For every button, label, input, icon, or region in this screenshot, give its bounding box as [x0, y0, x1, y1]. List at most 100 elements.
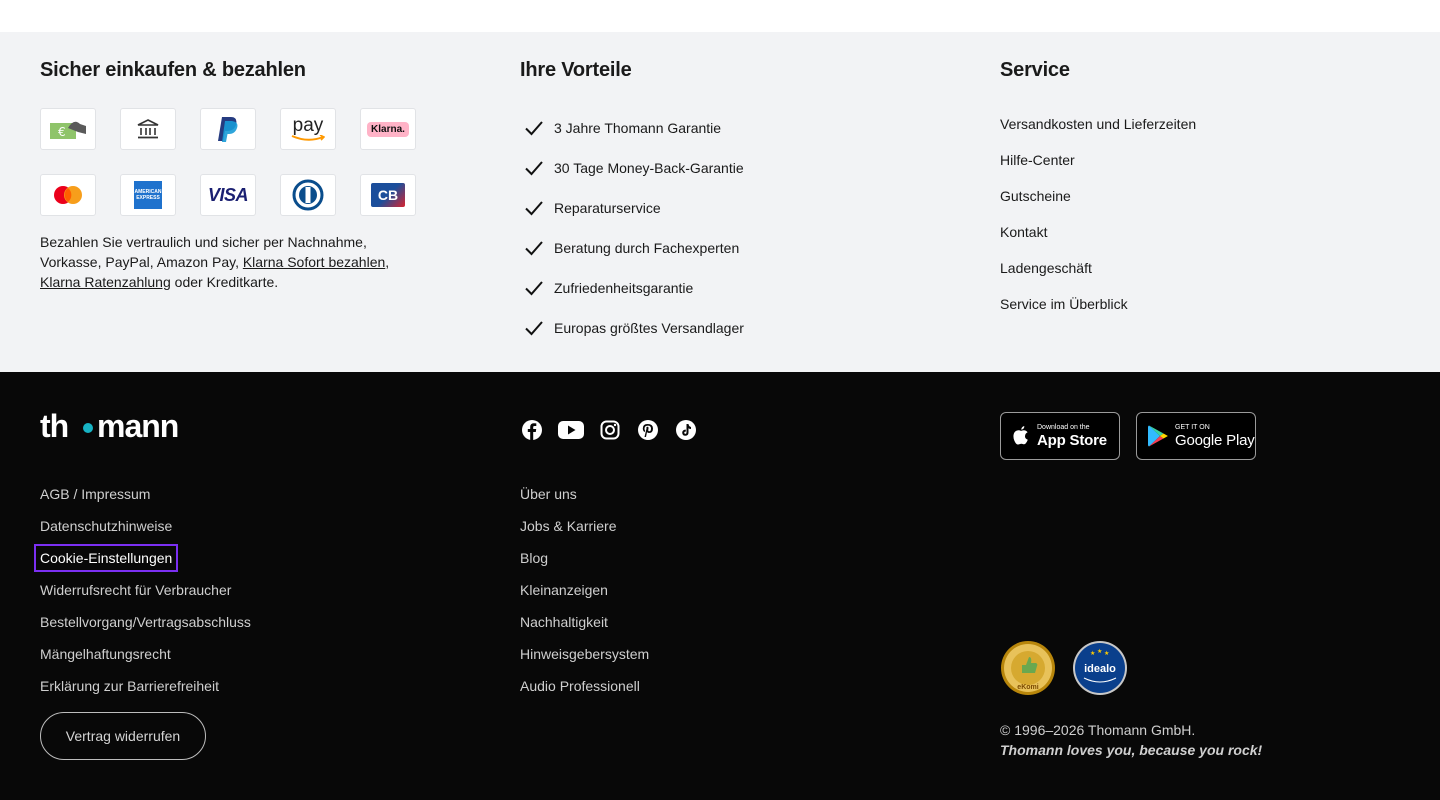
svg-text:★: ★ — [1090, 650, 1095, 657]
visa-icon: VISA — [200, 174, 256, 216]
link-maengelhaftung[interactable]: Mängelhaftungsrecht — [40, 638, 251, 670]
link-label: Mängelhaftungsrecht — [40, 646, 171, 662]
svg-text:th: th — [40, 410, 68, 442]
app-store-small: Download on the — [1037, 423, 1090, 431]
link-audio-professionell[interactable]: Audio Professionell — [520, 670, 649, 702]
app-store-badge[interactable]: Download on the App Store — [1000, 412, 1120, 460]
benefit-label: Beratung durch Fachexperten — [554, 240, 740, 256]
benefit-item: Beratung durch Fachexperten — [520, 228, 744, 268]
link-ueber-uns[interactable]: Über uns — [520, 478, 649, 510]
slogan-text: Thomann loves you, because you rock! — [1000, 742, 1263, 758]
link-cookie-settings[interactable]: Cookie-Einstellungen — [33, 542, 251, 574]
company-links: Über uns Jobs & Karriere Blog Kleinanzei… — [520, 478, 649, 702]
diners-club-icon — [280, 174, 336, 216]
service-link-contact[interactable]: Kontakt — [1000, 214, 1196, 250]
service-link-help-center[interactable]: Hilfe-Center — [1000, 142, 1196, 178]
site-footer: th mann thomann AGB / Impressum Datensch… — [0, 372, 1440, 800]
amex-label: AMERICAN EXPRESS — [134, 189, 162, 201]
youtube-icon[interactable] — [558, 418, 584, 442]
link-bestellvorgang[interactable]: Bestellvorgang/Vertragsabschluss — [40, 606, 251, 638]
revoke-contract-button[interactable]: Vertrag widerrufen — [40, 712, 206, 760]
benefit-label: 3 Jahre Thomann Garantie — [554, 120, 722, 136]
google-play-big: Google Play — [1175, 431, 1255, 449]
app-store-big: App Store — [1037, 431, 1107, 449]
svg-text:€: € — [58, 125, 66, 139]
link-kleinanzeigen[interactable]: Kleinanzeigen — [520, 574, 649, 606]
svg-text:mann: mann — [97, 410, 178, 442]
link-agb-impressum[interactable]: AGB / Impressum — [40, 478, 251, 510]
link-label: Widerrufsrecht für Verbraucher — [40, 582, 232, 598]
link-nachhaltigkeit[interactable]: Nachhaltigkeit — [520, 606, 649, 638]
benefit-item: Europas größtes Versandlager — [520, 308, 744, 348]
benefit-label: Europas größtes Versandlager — [554, 320, 744, 336]
svg-text:★: ★ — [1097, 648, 1102, 655]
benefit-label: 30 Tage Money-Back-Garantie — [554, 160, 744, 176]
google-play-icon — [1148, 425, 1168, 447]
link-barrierefreiheit[interactable]: Erklärung zur Barrierefreiheit — [40, 670, 251, 702]
benefit-item: 3 Jahre Thomann Garantie — [520, 108, 744, 148]
service-link-overview[interactable]: Service im Überblick — [1000, 286, 1196, 322]
secure-payment-column: Sicher einkaufen & bezahlen € pay Klarna… — [40, 32, 480, 372]
service-link-vouchers[interactable]: Gutscheine — [1000, 178, 1196, 214]
idealo-label: idealo — [1084, 663, 1116, 675]
link-label: Erklärung zur Barrierefreiheit — [40, 678, 219, 694]
pinterest-icon[interactable] — [636, 418, 660, 442]
link-label: Datenschutzhinweise — [40, 518, 173, 534]
payment-description-comma: , — [385, 254, 390, 270]
benefit-item: Reparaturservice — [520, 188, 744, 228]
paypal-icon — [200, 108, 256, 150]
facebook-icon[interactable] — [520, 418, 544, 442]
thomann-logo[interactable]: th mann — [40, 410, 200, 442]
trust-section: Sicher einkaufen & bezahlen € pay Klarna… — [0, 32, 1440, 372]
visa-label: VISA — [207, 184, 249, 205]
benefits-title: Ihre Vorteile — [520, 59, 632, 81]
checkmark-icon — [525, 241, 543, 256]
benefit-item: 30 Tage Money-Back-Garantie — [520, 148, 744, 188]
ekomi-badge-icon[interactable]: eKomi — [1000, 640, 1056, 696]
link-widerrufsrecht[interactable]: Widerrufsrecht für Verbraucher — [40, 574, 251, 606]
google-play-badge[interactable]: GET IT ON Google Play — [1136, 412, 1256, 460]
service-title: Service — [1000, 59, 1070, 81]
link-label: AGB / Impressum — [40, 486, 151, 502]
legal-links: AGB / Impressum Datenschutzhinweise Cook… — [33, 478, 251, 702]
apple-icon — [1013, 426, 1028, 445]
cash-on-delivery-icon: € — [40, 108, 96, 150]
mastercard-icon — [40, 174, 96, 216]
service-link-shipping[interactable]: Versandkosten und Lieferzeiten — [1000, 106, 1196, 142]
tiktok-icon[interactable] — [674, 418, 698, 442]
google-play-small: GET IT ON — [1175, 423, 1210, 431]
bank-transfer-icon — [120, 108, 176, 150]
link-hinweisgebersystem[interactable]: Hinweisgebersystem — [520, 638, 649, 670]
klarna-icon: Klarna. — [360, 108, 416, 150]
checkmark-icon — [525, 281, 543, 296]
link-datenschutz[interactable]: Datenschutzhinweise — [40, 510, 251, 542]
payment-description-end: oder Kreditkarte. — [170, 274, 279, 290]
american-express-icon: AMERICAN EXPRESS — [120, 174, 176, 216]
klarna-ratenzahlung-link[interactable]: Klarna Ratenzahlung — [40, 274, 171, 290]
checkmark-icon — [525, 161, 543, 176]
benefit-label: Zufriedenheitsgarantie — [554, 280, 694, 296]
benefit-label: Reparaturservice — [554, 200, 661, 216]
klarna-label: Klarna. — [367, 121, 409, 137]
checkmark-icon — [525, 321, 543, 336]
checkmark-icon — [525, 201, 543, 216]
link-jobs[interactable]: Jobs & Karriere — [520, 510, 649, 542]
service-links: Versandkosten und Lieferzeiten Hilfe-Cen… — [1000, 106, 1196, 322]
ekomi-label: eKomi — [1017, 684, 1038, 691]
link-label: Bestellvorgang/Vertragsabschluss — [40, 614, 251, 630]
top-strip — [0, 0, 1440, 32]
payment-description: Bezahlen Sie vertraulich und sicher per … — [40, 232, 420, 292]
svg-text:★: ★ — [1104, 650, 1109, 657]
secure-payment-title: Sicher einkaufen & bezahlen — [40, 59, 306, 81]
service-link-store[interactable]: Ladengeschäft — [1000, 250, 1196, 286]
social-links — [520, 418, 698, 442]
service-column: Service Versandkosten und Lieferzeiten H… — [1000, 32, 1400, 372]
benefits-column: Ihre Vorteile 3 Jahre Thomann Garantie 3… — [520, 32, 960, 372]
link-blog[interactable]: Blog — [520, 542, 649, 574]
link-label: Cookie-Einstellungen — [33, 544, 179, 572]
klarna-sofort-link[interactable]: Klarna Sofort bezahlen — [243, 254, 385, 270]
instagram-icon[interactable] — [598, 418, 622, 442]
copyright-text: © 1996–2026 Thomann GmbH. — [1000, 722, 1196, 738]
copyright-block: © 1996–2026 Thomann GmbH. Thomann loves … — [1000, 720, 1262, 760]
idealo-partner-badge-icon[interactable]: ★ ★ ★ idealo — [1072, 640, 1128, 696]
